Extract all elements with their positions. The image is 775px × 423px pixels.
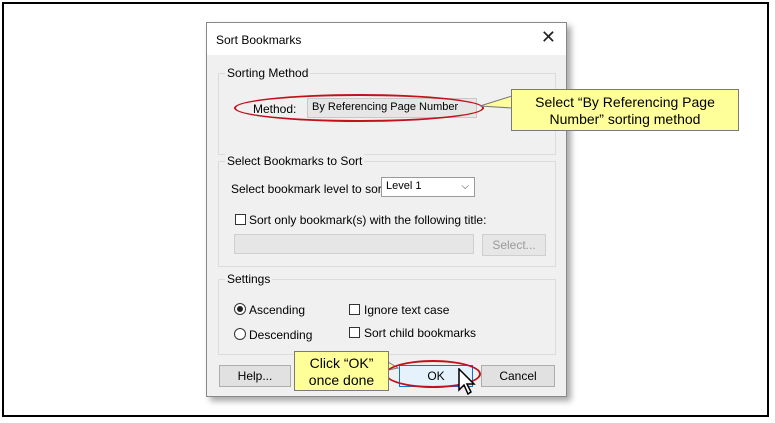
ascending-label: Ascending: [249, 303, 306, 317]
close-icon[interactable]: ✕: [541, 28, 556, 46]
title-bar: Sort Bookmarks ✕: [207, 23, 566, 55]
method-callout-line2: Number” sorting method: [549, 111, 701, 127]
level-select[interactable]: Level 1 ⌵: [381, 177, 475, 197]
ignore-case-checkbox[interactable]: [349, 304, 360, 315]
title-input[interactable]: [234, 234, 474, 254]
method-callout: Select “By Referencing Page Number” sort…: [511, 89, 739, 131]
cursor-icon: [458, 368, 476, 396]
chevron-down-icon: ⌵: [461, 181, 469, 192]
descending-label: Descending: [249, 328, 313, 342]
ok-callout: Click “OK” once done: [294, 351, 389, 391]
dialog-title: Sort Bookmarks: [216, 33, 302, 47]
ascending-radio[interactable]: [234, 303, 246, 315]
sort-child-label: Sort child bookmarks: [364, 326, 477, 340]
select-bookmarks-group: Select Bookmarks to Sort Select bookmark…: [218, 154, 556, 267]
select-button[interactable]: Select...: [482, 234, 546, 256]
sort-bookmarks-dialog: Sort Bookmarks ✕ Sorting Method Method: …: [206, 22, 567, 397]
title-only-label: Sort only bookmark(s) with the following…: [249, 213, 487, 227]
level-value: Level 1: [386, 180, 422, 192]
method-callout-line1: Select “By Referencing Page: [535, 94, 715, 110]
ignore-case-label: Ignore text case: [364, 303, 450, 317]
cancel-button[interactable]: Cancel: [481, 365, 555, 387]
sorting-method-label: Sorting Method: [225, 66, 311, 80]
settings-group: Settings Ascending Descending Ignore tex…: [218, 272, 556, 355]
settings-label: Settings: [225, 272, 273, 286]
level-label: Select bookmark level to sort:: [231, 182, 389, 196]
help-button[interactable]: Help...: [219, 365, 291, 387]
method-highlight-ring: [234, 94, 484, 122]
sort-child-checkbox[interactable]: [349, 327, 360, 338]
ok-callout-line1: Click “OK”: [309, 355, 374, 371]
title-only-checkbox[interactable]: [235, 214, 246, 225]
select-bookmarks-label: Select Bookmarks to Sort: [225, 154, 365, 168]
descending-radio[interactable]: [234, 328, 246, 340]
ok-callout-line2: once done: [308, 372, 375, 388]
